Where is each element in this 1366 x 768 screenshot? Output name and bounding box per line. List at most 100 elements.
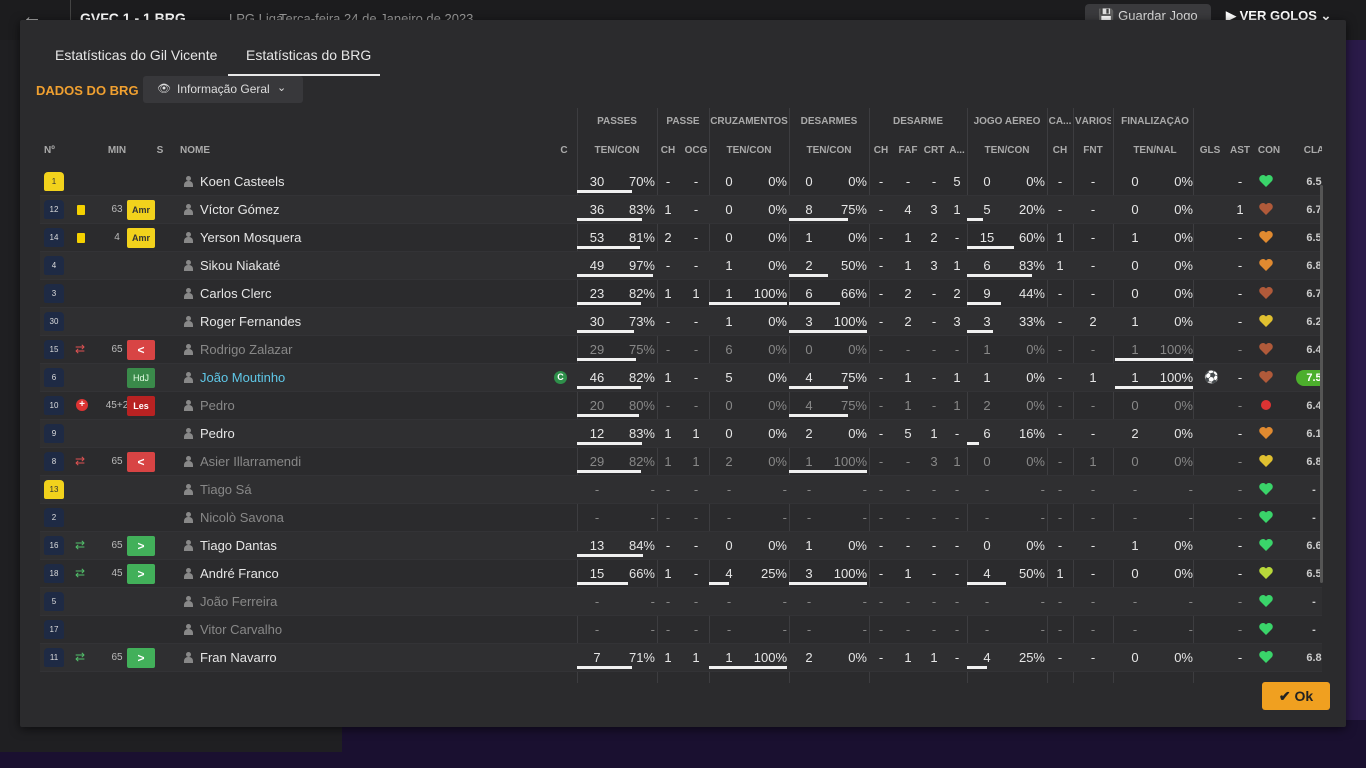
headers-percent: 0% [1026, 174, 1045, 189]
player-name[interactable]: Roger Fernandes [200, 308, 540, 335]
table-row[interactable]: 1 Koen Casteels 30 70% - -0 0% 0 0% - - -5 0 0% - -0 0% -… [40, 168, 1322, 196]
condition-heart-icon [1259, 371, 1273, 383]
tab-gil-vicente-stats[interactable]: Estatísticas do Gil Vicente [55, 47, 217, 63]
tackles-percent: - [862, 510, 867, 525]
table-row[interactable]: 14 4 Amr Yerson Mosquera 53 81% 2-0 0% 1 0% -1 2-15… [40, 224, 1322, 252]
table-row[interactable]: 3 Carlos Clerc 23 82% 1 1 1 100% 6 66% -2-2 9 44% - -0… [40, 280, 1322, 308]
chances-created: - [693, 622, 699, 637]
column-header[interactable]: C [554, 145, 574, 156]
table-row[interactable]: 9 Pedro 12 83% 1 1 0 0% 2 0% -5 1-6 16% - -2 0% -6.1 [40, 420, 1322, 448]
player-name[interactable]: Yerson Mosquera [200, 224, 540, 251]
column-header[interactable]: MIN [102, 145, 132, 156]
player-name[interactable]: André Franco [200, 560, 540, 587]
check-icon: ✔ [1278, 688, 1291, 704]
key-tackles: - [878, 398, 884, 413]
player-name[interactable]: Nicolò Savona [200, 504, 540, 531]
assists: - [1237, 566, 1243, 581]
table-row[interactable]: 11 ⇄ 65 > Fran Navarro 7 71% 1 1 1 100% 2 0% -1 1-4 25%… [40, 644, 1322, 672]
table-row[interactable]: 4 Sikou Niakaté 49 97% - -1 0% 2 50% -1 3 1 6 83% 1-0 0… [40, 252, 1322, 280]
sub-in-icon: ⇄ [75, 538, 86, 552]
shots-success-bar [1115, 358, 1193, 361]
player-name[interactable]: Víctor Gómez [200, 196, 540, 223]
assists: - [1237, 650, 1243, 665]
column-header[interactable]: CLA [1296, 145, 1322, 156]
player-rating: 7.5 [1296, 370, 1322, 386]
player-name[interactable]: Carlos Clerc [200, 280, 540, 307]
key-tackles: - [878, 594, 884, 609]
tab-brg-stats[interactable]: Estatísticas do BRG [246, 47, 371, 63]
cards: - [1057, 202, 1063, 217]
crosses-success-bar [709, 666, 787, 669]
column-header[interactable]: FAF [895, 145, 921, 156]
player-avatar-icon [184, 372, 193, 383]
column-header[interactable]: CRT [921, 145, 947, 156]
column-header[interactable]: Nº [44, 145, 68, 156]
column-header[interactable]: S [144, 145, 176, 156]
player-avatar-icon [184, 428, 193, 439]
table-scrollbar[interactable] [1320, 185, 1323, 583]
table-row[interactable]: 8 ⇄ 65 < Asier Illarramendi 29 82% 1 1 2 0% 1 100% - -… [40, 448, 1322, 476]
player-name[interactable]: João Ferreira [200, 588, 540, 615]
offsides: - [1090, 398, 1096, 413]
ok-button[interactable]: ✔ Ok [1262, 682, 1330, 710]
minute [102, 168, 132, 195]
player-name[interactable]: Koen Casteels [200, 168, 540, 195]
player-name[interactable]: João Moutinho [200, 364, 540, 391]
player-name[interactable]: Tiago Sá [200, 476, 540, 503]
key-tackles: - [878, 622, 884, 637]
player-rating: 6.8 [1306, 652, 1322, 664]
player-name[interactable]: Fran Navarro [200, 644, 540, 671]
column-header[interactable]: CH [657, 145, 679, 156]
shots-percent: - [1188, 622, 1193, 637]
column-header[interactable]: GLS [1197, 145, 1223, 156]
player-name[interactable]: Asier Illarramendi [200, 448, 540, 475]
table-row[interactable]: 13 Tiago Sá - - - - - - - - - - - - - - - - - - - - [40, 476, 1322, 504]
fouls: 4 [904, 202, 912, 217]
view-dropdown[interactable]: 👁 Informação Geral ⌄ [143, 76, 303, 103]
table-row[interactable]: 17 Vitor Carvalho - - - - - - - - - - - - - - - - - - - - [40, 616, 1322, 644]
player-avatar-icon [184, 400, 193, 411]
key-tackles: - [878, 258, 884, 273]
column-header[interactable]: CH [869, 145, 893, 156]
fouls: 2 [904, 286, 912, 301]
column-header[interactable]: FNT [1075, 145, 1111, 156]
table-row[interactable]: 30 Roger Fernandes 30 73% - -1 0% 3 100% -2-3 3 33%… [40, 308, 1322, 336]
chances-created: - [693, 258, 699, 273]
key-passes: - [665, 398, 671, 413]
player-name[interactable]: Sikou Niakaté [200, 252, 540, 279]
column-header[interactable]: CH [1047, 145, 1073, 156]
column-header[interactable]: AST [1227, 145, 1253, 156]
table-row[interactable]: 6 HdJ João Moutinho C 46 82% 1-5 0% 4 75% -1-1 1 0% -… [40, 364, 1322, 392]
interceptions: - [931, 622, 937, 637]
shots-percent: 0% [1174, 538, 1193, 553]
column-header[interactable]: TEN/CON [967, 145, 1047, 156]
player-name[interactable]: Tiago Dantas [200, 532, 540, 559]
column-header[interactable]: TEN/CON [577, 145, 657, 156]
table-row[interactable]: 10 +45+2 Les Pedro 20 80% - -0 0% 4 75% -1-1 2 0% - -0 0… [40, 392, 1322, 420]
column-header[interactable]: A... [947, 145, 967, 156]
offsides: - [1090, 426, 1096, 441]
column-header[interactable]: TEN/CON [789, 145, 869, 156]
column-header[interactable]: NOME [180, 145, 260, 156]
table-row[interactable]: 2 Nicolò Savona - - - - - - - - - - - - - - - - - - - - [40, 504, 1322, 532]
player-name[interactable]: Pedro [200, 420, 540, 447]
tackles-success-bar [789, 302, 840, 305]
condition-heart-icon [1259, 231, 1273, 243]
column-header[interactable]: TEN/CON [709, 145, 789, 156]
table-row[interactable]: 12 63 Amr Víctor Gómez 36 83% 1-0 0% 8 75% -4 3 1 5 20… [40, 196, 1322, 224]
table-row[interactable]: 16 ⇄ 65 > Tiago Dantas 13 84% - -0 0% 1 0% - - - -0 0% - -… [40, 532, 1322, 560]
injury-icon: + [76, 399, 88, 411]
table-row[interactable]: 18 ⇄ 45 > André Franco 15 66% 1-4 25% 3 100% -1- -4 5… [40, 560, 1322, 588]
player-rating: - [1312, 596, 1316, 608]
table-row[interactable]: 15 ⇄ 65 < Rodrigo Zalazar 29 75% - -6 0% 0 0% - - - -1 0… [40, 336, 1322, 364]
player-name[interactable]: Pedro [200, 392, 540, 419]
column-header[interactable]: TEN/NAL [1115, 145, 1195, 156]
player-name[interactable]: Rodrigo Zalazar [200, 336, 540, 363]
table-row[interactable]: 5 João Ferreira - - - - - - - - - - - - - - - - - - - - [40, 588, 1322, 616]
player-avatar-icon [184, 484, 193, 495]
column-header[interactable]: CON [1255, 145, 1283, 156]
column-header[interactable]: OCG [683, 145, 709, 156]
group-header: JOGO AÉREO [973, 116, 1041, 127]
player-rating: 6.5 [1306, 568, 1322, 580]
player-name[interactable]: Vitor Carvalho [200, 616, 540, 643]
